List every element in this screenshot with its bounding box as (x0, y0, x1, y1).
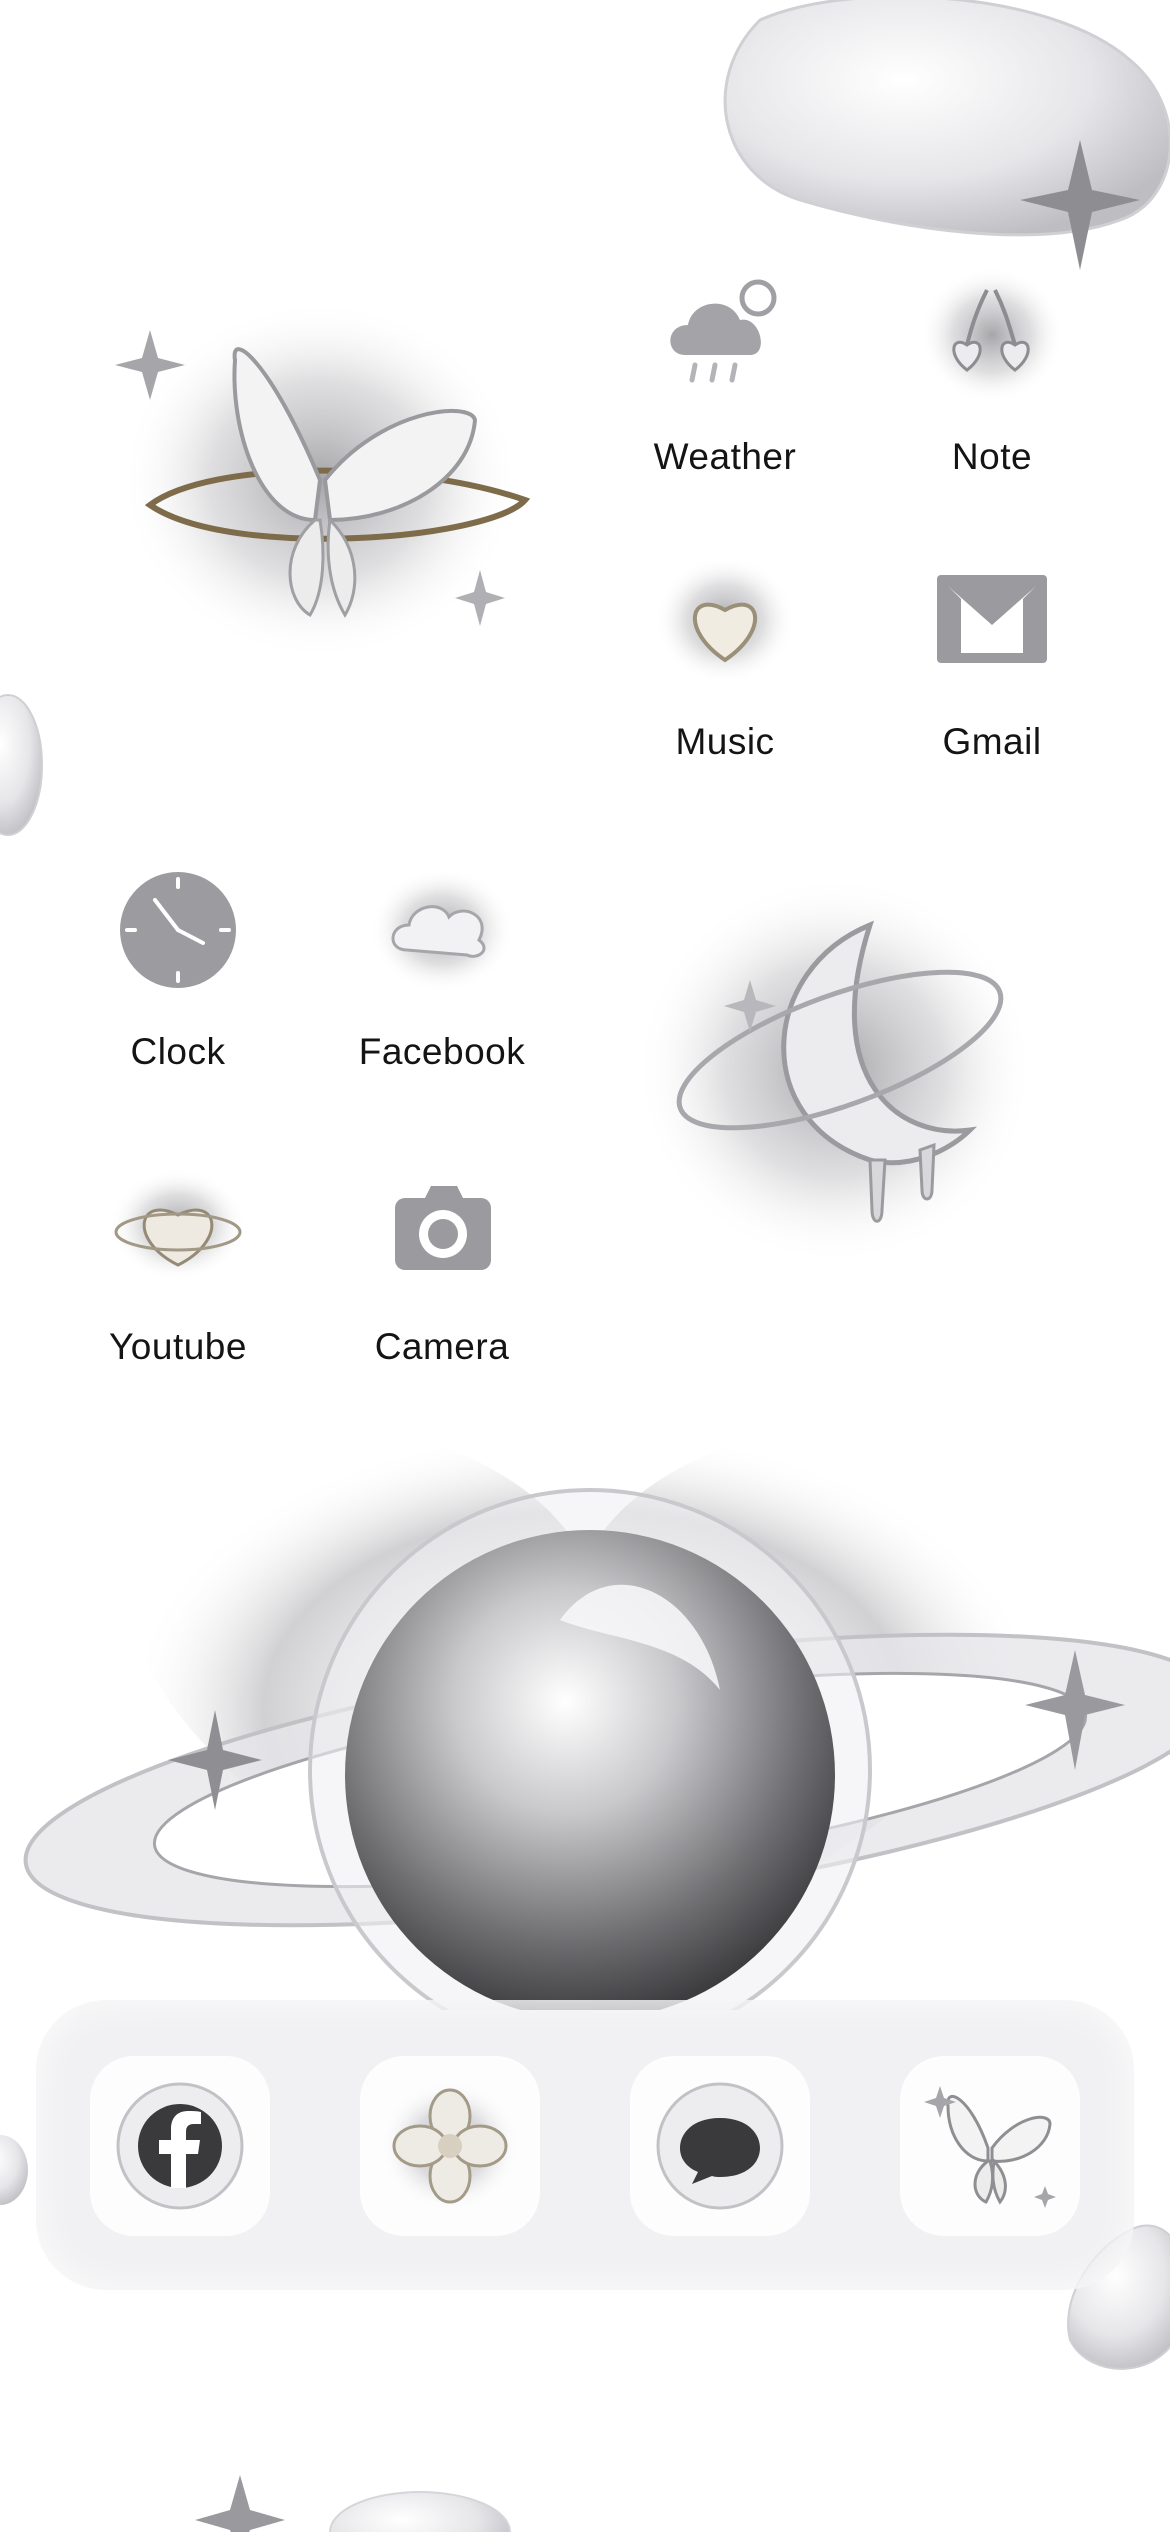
dock-item-butterfly[interactable] (900, 2056, 1080, 2236)
app-note[interactable]: Note (872, 260, 1112, 478)
app-weather[interactable]: Weather (605, 260, 845, 478)
chrome-butterfly-icon (924, 2086, 1056, 2208)
cloud-bubble-icon (370, 868, 514, 992)
app-label: Note (951, 436, 1033, 477)
dock-item-messages[interactable] (630, 2056, 810, 2236)
app-label: Clock (130, 1031, 226, 1072)
app-label: Youtube (109, 1326, 247, 1367)
home-screen: Weather Note Music Gmail Clock Facebook … (0, 0, 1170, 2532)
app-label: Weather (653, 436, 797, 477)
app-label: Music (675, 721, 775, 762)
butterfly-widget[interactable] (110, 270, 550, 680)
bubble-bottom (329, 2491, 511, 2532)
heart-bubble-icon (655, 556, 795, 684)
chrome-butterfly-icon (115, 300, 531, 660)
dock (36, 2000, 1134, 2290)
cherry-hearts-icon (920, 267, 1064, 403)
facebook-bubble-icon (116, 2082, 244, 2210)
app-label: Facebook (358, 1031, 526, 1072)
app-camera[interactable]: Camera (322, 1150, 562, 1368)
clock-icon (120, 872, 236, 988)
dock-item-flower[interactable] (360, 2056, 540, 2236)
app-clock[interactable]: Clock (58, 855, 298, 1073)
planet-widget[interactable] (0, 1390, 1170, 2052)
weather-cloud-rain-icon (670, 279, 777, 383)
bubble-left-edge (0, 694, 43, 836)
moon-widget[interactable] (620, 860, 1040, 1280)
chrome-moon-icon (635, 875, 1035, 1265)
dock-item-facebook[interactable] (90, 2056, 270, 2236)
camera-icon (395, 1186, 491, 1270)
bubble-left-dock (0, 2135, 28, 2205)
app-gmail[interactable]: Gmail (872, 545, 1112, 763)
speech-bubble-icon (656, 2082, 784, 2210)
sparkle-bottom (195, 2475, 285, 2532)
chrome-planet-icon (23, 1427, 1170, 2052)
app-label: Gmail (942, 721, 1042, 762)
chrome-heart-icon (110, 1169, 246, 1281)
chrome-flower-icon (380, 2080, 520, 2212)
app-youtube[interactable]: Youtube (58, 1150, 298, 1368)
app-facebook[interactable]: Facebook (322, 855, 562, 1073)
app-music[interactable]: Music (605, 545, 845, 763)
gmail-envelope-icon (937, 575, 1047, 663)
app-label: Camera (374, 1326, 510, 1367)
